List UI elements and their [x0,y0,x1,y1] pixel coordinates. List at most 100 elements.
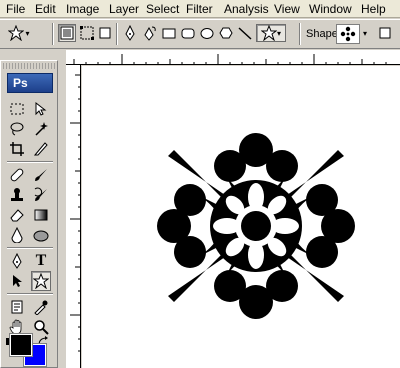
eraser-tool[interactable] [7,205,27,225]
menu-window[interactable]: Window [309,2,352,16]
menu-view[interactable]: View [274,2,300,16]
separator [116,23,118,45]
ornament-center [241,211,271,241]
paths-button[interactable] [78,24,96,42]
separator [7,161,53,163]
options-bar: ▾ ▾ Shape: ▾ [0,19,400,49]
notes-tool[interactable] [7,297,27,317]
eyedropper-icon [34,300,48,315]
pen-tool[interactable] [7,251,27,271]
note-icon [11,300,23,314]
magic-wand-icon [35,122,48,136]
chevron-down-icon: ▾ [276,28,281,38]
separator [7,293,53,295]
separator [52,23,54,45]
crop-tool[interactable] [7,139,27,159]
shape-layers-button[interactable] [58,24,76,42]
lasso-tool[interactable] [7,119,27,139]
horizontal-ruler [66,50,400,65]
ruler-ticks [70,74,81,352]
eyedropper-tool[interactable] [31,297,51,317]
blur-drop-icon [11,227,23,243]
foreground-color-swatch[interactable] [9,333,33,357]
custom-shape-icon [33,273,49,289]
magnifier-icon [34,320,49,335]
flower-ornament-shape [157,133,355,319]
path-select-arrow-icon [13,275,22,287]
pen-icon [12,253,22,269]
ruler-ticks [73,54,387,65]
eraser-icon [10,209,24,222]
ellipse-tool-button[interactable] [198,24,216,42]
line-tool-button[interactable] [236,24,254,42]
history-brush-tool[interactable] [31,185,51,205]
paths-icon [80,26,94,40]
brush-icon [35,169,47,181]
rectangle-tool-button[interactable] [160,24,178,42]
tools-panel: Ps T [0,60,58,368]
rounded-rectangle-tool-button[interactable] [179,24,197,42]
custom-shape-tool-icon [8,25,25,41]
fill-pixels-icon [99,27,111,39]
healing-brush-tool[interactable] [7,165,27,185]
crop-icon [10,142,24,156]
document-canvas[interactable] [82,66,400,368]
shape-layers-icon [60,26,74,40]
lasso-icon [10,122,24,136]
marquee-icon [10,103,24,115]
pen-icon [125,25,135,41]
custom-shape-tool[interactable] [31,271,51,291]
photoshop-logo[interactable]: Ps [7,73,53,93]
hand-icon [9,319,22,335]
type-tool[interactable]: T [31,251,51,271]
menu-analysis[interactable]: Analysis [224,2,269,16]
sponge-icon [33,230,49,242]
gradient-tool[interactable] [31,205,51,225]
type-t-icon: T [35,252,47,269]
move-arrow-icon [35,101,47,116]
path-selection-tool[interactable] [7,271,27,291]
clone-stamp-tool[interactable] [7,185,27,205]
marquee-tool[interactable] [7,99,27,119]
magic-wand-tool[interactable] [31,119,51,139]
tool-preset-picker[interactable]: ▾ [6,24,32,42]
bandage-icon [10,168,24,182]
chevron-down-icon[interactable]: ▾ [363,29,367,38]
menu-file[interactable]: File [6,2,25,16]
chevron-down-icon: ▾ [25,28,30,38]
move-tool[interactable] [31,99,51,119]
menu-layer[interactable]: Layer [109,2,139,16]
separator [299,23,301,45]
line-icon [238,27,252,40]
ellipse-icon [200,28,214,39]
separator [7,247,53,249]
square-icon [379,27,391,39]
blur-tool[interactable] [7,225,27,245]
slice-tool[interactable] [31,139,51,159]
custom-shape-tool-button[interactable]: ▾ [256,24,286,42]
menu-select[interactable]: Select [146,2,179,16]
menu-edit[interactable]: Edit [35,2,56,16]
menu-help[interactable]: Help [361,2,386,16]
gradient-icon [34,209,48,221]
menu-image[interactable]: Image [66,2,99,16]
shape-style-button[interactable] [376,24,394,42]
fill-pixels-button[interactable] [96,24,114,42]
pen-tool-button[interactable] [121,24,139,42]
vertical-ruler [66,65,81,368]
slice-icon [33,142,48,156]
stamp-icon [11,188,23,201]
panel-grip[interactable] [3,63,55,69]
flower-ornament-icon [340,26,356,42]
dodge-tool[interactable] [31,225,51,245]
menu-filter[interactable]: Filter [186,2,213,16]
brush-tool[interactable] [31,165,51,185]
rounded-rectangle-icon [181,28,195,39]
menu-bar: File Edit Image Layer Select Filter Anal… [0,0,400,18]
freeform-pen-button[interactable] [141,24,159,42]
custom-shape-icon [260,25,277,41]
polygon-tool-button[interactable] [217,24,235,42]
shape-picker[interactable] [336,24,360,44]
polygon-icon [219,27,233,39]
freeform-pen-icon [144,26,156,41]
